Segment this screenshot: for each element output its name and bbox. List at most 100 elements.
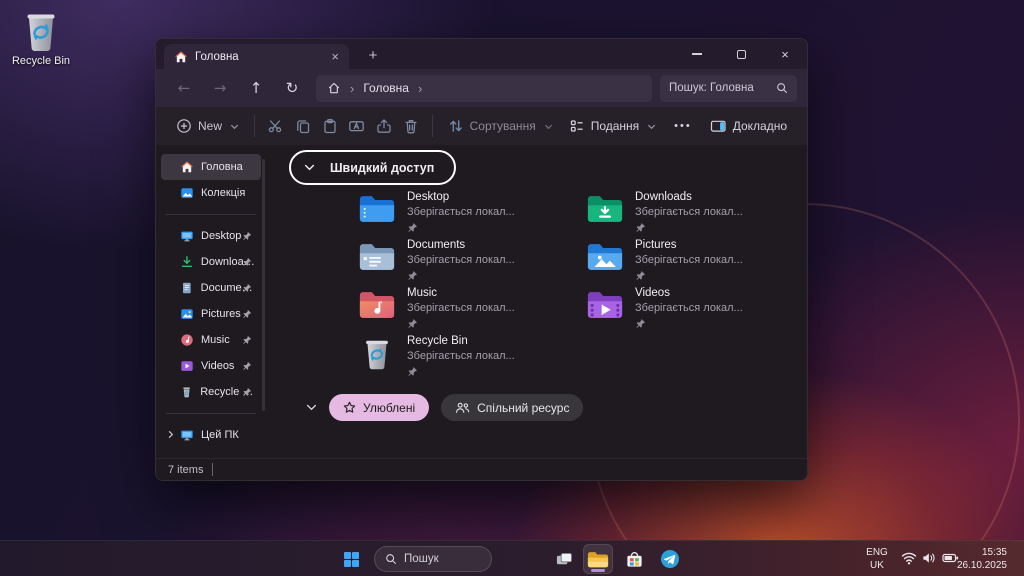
quick-access-item-recycle-bin[interactable]: Recycle Bin Зберігається локал... [358, 335, 586, 383]
quick-access-item-documents[interactable]: Documents Зберігається локал... [358, 239, 586, 287]
sidebar-item-label: Pictures [201, 308, 241, 320]
shared-pill[interactable]: Спільний ресурс [441, 394, 583, 421]
quick-access-header[interactable]: Швидкий доступ [289, 150, 456, 185]
sort-icon [448, 118, 464, 134]
desktop-recycle-bin-icon[interactable]: Recycle Bin [6, 10, 76, 67]
status-divider [212, 463, 213, 476]
cut-button[interactable] [262, 111, 289, 141]
sidebar-item-pictures[interactable]: Pictures [161, 301, 261, 327]
start-button[interactable] [336, 544, 366, 574]
cut-icon [267, 118, 283, 134]
view-button[interactable]: Подання [561, 111, 664, 141]
item-subtitle: Зберігається локал... [407, 206, 515, 219]
sidebar-item-videos[interactable]: Videos [161, 353, 261, 379]
music-icon [180, 333, 194, 347]
system-tray[interactable] [901, 551, 959, 565]
minimize-button[interactable] [675, 39, 719, 69]
separator [432, 115, 433, 137]
tab-home[interactable]: Головна × [164, 44, 349, 69]
share-button[interactable] [371, 111, 398, 141]
chevron-down-icon [304, 162, 315, 173]
new-button[interactable]: New [168, 111, 247, 141]
item-name: Pictures [635, 239, 743, 252]
sidebar-item-gallery[interactable]: Колекція [161, 180, 261, 206]
pin-icon [407, 318, 418, 329]
search-text: Пошук: Головна [669, 82, 754, 94]
favorites-section: Улюблені Спільний ресурс [306, 394, 583, 421]
sidebar-item-documents[interactable]: Documents [161, 275, 261, 301]
telegram-button[interactable] [655, 544, 685, 574]
back-icon[interactable]: ← [166, 79, 202, 97]
clock-date: 26.10.2025 [957, 559, 1007, 572]
quick-access-item-downloads[interactable]: Downloads Зберігається локал... [586, 191, 814, 239]
command-bar: New [156, 107, 807, 145]
forward-icon[interactable]: → [202, 79, 238, 97]
videos-icon [180, 359, 194, 373]
sidebar-item-this-pc[interactable]: Цей ПК [161, 422, 261, 448]
clock[interactable]: 15:35 26.10.2025 [957, 546, 1007, 572]
search-box[interactable]: Пошук: Головна [660, 75, 797, 102]
file-explorer-button[interactable] [583, 544, 613, 574]
active-app-indicator [591, 569, 605, 572]
pin-icon [407, 270, 418, 281]
taskbar-search[interactable]: Пошук [374, 546, 492, 572]
delete-button[interactable] [398, 111, 425, 141]
tab-title: Головна [195, 51, 239, 63]
task-view-button[interactable] [549, 544, 579, 574]
up-icon[interactable]: ↑ [238, 79, 274, 97]
sort-label: Сортування [470, 119, 536, 133]
sidebar-item-desktop[interactable]: Desktop [161, 223, 261, 249]
tab-bar: Головна × + × [156, 39, 807, 69]
close-button[interactable]: × [763, 39, 807, 69]
recycle-bin-icon [22, 10, 60, 52]
sidebar-item-music[interactable]: Music [161, 327, 261, 353]
pin-icon [242, 257, 252, 267]
paste-button[interactable] [316, 111, 343, 141]
chevron-down-icon[interactable] [306, 402, 317, 413]
search-icon [385, 553, 397, 565]
maximize-button[interactable] [719, 39, 763, 69]
quick-access-item-pictures[interactable]: Pictures Зберігається локал... [586, 239, 814, 287]
store-icon [625, 550, 644, 569]
item-name: Downloads [635, 191, 743, 204]
sort-button[interactable]: Сортування [440, 111, 561, 141]
paste-icon [322, 118, 338, 134]
store-button[interactable] [619, 544, 649, 574]
details-button[interactable]: Докладно [702, 111, 795, 141]
documents-folder-icon [358, 240, 396, 274]
people-icon [455, 401, 470, 414]
new-tab-button[interactable]: + [362, 44, 384, 66]
breadcrumb-home[interactable]: Головна [363, 81, 409, 95]
chevron-down-icon [230, 122, 239, 131]
window-body: Головна Колекція Desktop [156, 145, 807, 458]
quick-access-item-desktop[interactable]: Desktop Зберігається локал... [358, 191, 586, 239]
quick-access-item-music[interactable]: Music Зберігається локал... [358, 287, 586, 335]
item-subtitle: Зберігається локал... [407, 302, 515, 315]
quick-access-grid: Desktop Зберігається локал... [358, 191, 814, 383]
favorites-pill[interactable]: Улюблені [329, 394, 429, 421]
rename-button[interactable] [343, 111, 370, 141]
quick-access-item-videos[interactable]: Videos Зберігається локал... [586, 287, 814, 335]
search-icon [776, 82, 788, 94]
recycle-bin-item-icon [358, 336, 396, 372]
clock-time: 15:35 [957, 546, 1007, 559]
pin-icon [635, 270, 646, 281]
sidebar-scrollbar[interactable] [262, 159, 265, 411]
copy-button[interactable] [289, 111, 316, 141]
item-name: Music [407, 287, 515, 300]
this-pc-icon [180, 428, 194, 442]
gallery-icon [180, 186, 194, 200]
language-indicator[interactable]: ENG UK [858, 546, 896, 572]
sidebar-item-recycle-bin[interactable]: Recycle Bin [161, 379, 261, 405]
downloads-icon [180, 255, 194, 269]
details-pane-icon [710, 118, 727, 134]
sidebar-divider [166, 214, 256, 215]
window-controls: × [675, 39, 807, 69]
sidebar-item-downloads[interactable]: Downloads [161, 249, 261, 275]
tab-close-icon[interactable]: × [331, 50, 339, 63]
sidebar-item-home[interactable]: Головна [161, 154, 261, 180]
item-subtitle: Зберігається локал... [407, 350, 515, 363]
breadcrumb[interactable]: › Головна › [316, 75, 652, 102]
more-button[interactable]: ••• [664, 120, 702, 132]
refresh-icon[interactable]: ↻ [274, 79, 310, 97]
